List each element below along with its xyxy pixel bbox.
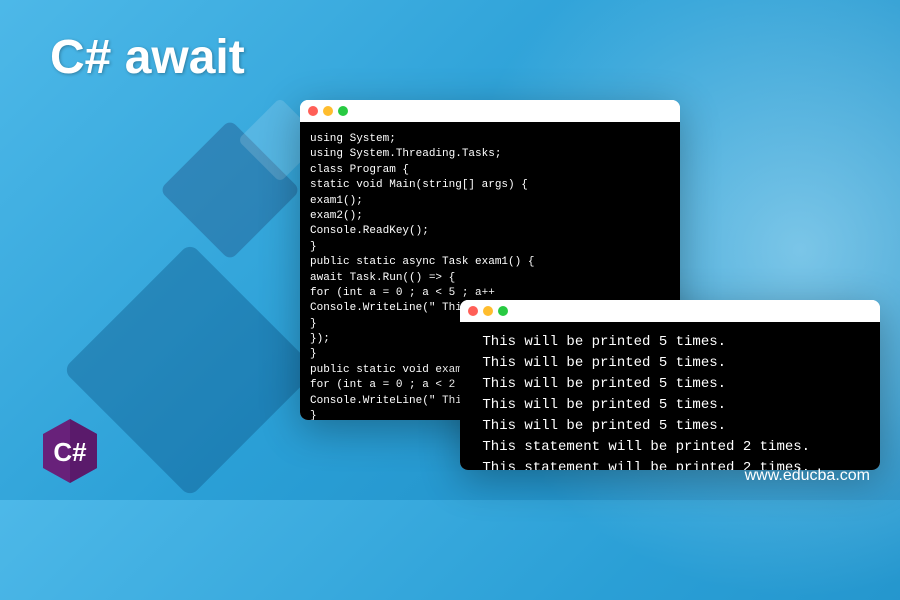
terminal-output-window: This will be printed 5 times. This will … xyxy=(460,300,880,470)
terminal-output-content: This will be printed 5 times. This will … xyxy=(460,322,880,470)
minimize-icon[interactable] xyxy=(483,306,493,316)
window-titlebar xyxy=(300,100,680,122)
footer-url: www.educba.com xyxy=(745,467,870,485)
bg-diamond-decoration xyxy=(63,243,318,498)
close-icon[interactable] xyxy=(468,306,478,316)
maximize-icon[interactable] xyxy=(498,306,508,316)
minimize-icon[interactable] xyxy=(323,106,333,116)
csharp-logo-icon: C# xyxy=(40,417,100,485)
page-title: C# await xyxy=(50,30,245,85)
window-titlebar xyxy=(460,300,880,322)
maximize-icon[interactable] xyxy=(338,106,348,116)
svg-text:C#: C# xyxy=(53,437,87,467)
close-icon[interactable] xyxy=(308,106,318,116)
hexagon-csharp-icon: C# xyxy=(40,417,100,485)
